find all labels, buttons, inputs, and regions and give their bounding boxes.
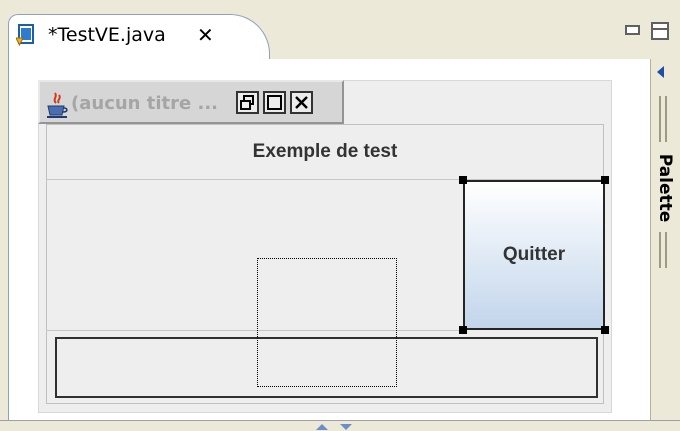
maximize-icon (267, 95, 282, 110)
close-icon (295, 96, 308, 109)
selection-handle-bottom-left[interactable] (459, 326, 467, 334)
palette-grip-bottom-2[interactable] (665, 232, 667, 268)
palette-label-text: Palette (655, 153, 675, 223)
quit-button[interactable]: Quitter (463, 180, 605, 330)
sash-arrows-icon[interactable] (310, 422, 358, 431)
palette-label[interactable]: Palette (654, 148, 676, 228)
south-region-divider (46, 330, 464, 331)
palette-expand-arrow-icon[interactable] (657, 66, 664, 78)
palette-grip-top-2[interactable] (665, 96, 667, 142)
frame-close-button[interactable] (290, 91, 313, 114)
minimize-view-icon[interactable] (625, 25, 640, 35)
editor-tab-label: *TestVE.java (48, 24, 166, 46)
selection-handle-top-right[interactable] (601, 176, 609, 184)
palette-grip-top[interactable] (659, 96, 661, 142)
jframe-title: (aucun titre ... (71, 93, 218, 114)
java-coffee-cup-icon (47, 92, 68, 118)
center-drop-placeholder[interactable] (257, 258, 397, 387)
tab-close-icon[interactable]: ✕ (197, 22, 214, 48)
selection-handle-top-left[interactable] (459, 176, 467, 184)
frame-restore-button[interactable] (236, 91, 259, 114)
selection-handle-bottom-right[interactable] (601, 326, 609, 334)
frame-maximize-button[interactable] (263, 91, 286, 114)
maximize-view-icon[interactable] (651, 22, 669, 40)
java-file-icon (16, 24, 34, 46)
palette-grip-bottom[interactable] (659, 232, 661, 268)
north-label[interactable]: Exemple de test (46, 125, 604, 180)
restore-icon (240, 95, 254, 110)
